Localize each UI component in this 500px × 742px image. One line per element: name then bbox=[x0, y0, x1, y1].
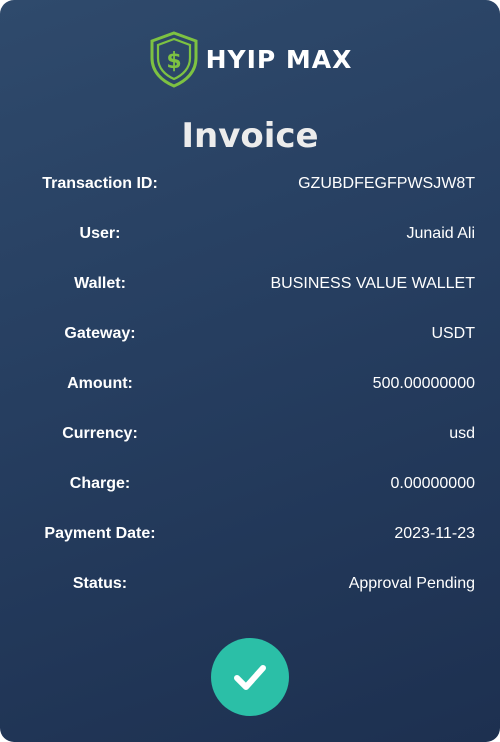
invoice-label: Payment Date: bbox=[44, 525, 156, 542]
invoice-label: User: bbox=[79, 225, 121, 242]
invoice-label: Currency: bbox=[62, 425, 138, 442]
invoice-card: $ HYIP MAX Invoice Transaction ID: GZUBD… bbox=[0, 0, 500, 742]
brand-name: HYIP MAX bbox=[205, 44, 353, 74]
invoice-row-wallet: Wallet: BUSINESS VALUE WALLET bbox=[0, 259, 500, 309]
invoice-row-amount: Amount: 500.00000000 bbox=[0, 359, 500, 409]
shield-dollar-icon: $ bbox=[150, 31, 198, 88]
invoice-label: Gateway: bbox=[64, 325, 136, 342]
invoice-value: usd bbox=[449, 425, 475, 442]
invoice-value: BUSINESS VALUE WALLET bbox=[270, 275, 475, 292]
invoice-row-payment-date: Payment Date: 2023-11-23 bbox=[0, 509, 500, 559]
invoice-label: Charge: bbox=[69, 475, 131, 492]
invoice-label: Status: bbox=[72, 575, 128, 592]
status-value: Approval Pending bbox=[348, 575, 475, 592]
invoice-value: 500.00000000 bbox=[372, 375, 475, 392]
svg-text:$: $ bbox=[166, 49, 181, 74]
invoice-value: Junaid Ali bbox=[406, 225, 476, 242]
invoice-value: 0.00000000 bbox=[390, 475, 475, 492]
invoice-row-transaction-id: Transaction ID: GZUBDFEGFPWSJW8T bbox=[0, 159, 500, 209]
invoice-row-currency: Currency: usd bbox=[0, 409, 500, 459]
invoice-label: Amount: bbox=[67, 375, 133, 392]
invoice-details: Transaction ID: GZUBDFEGFPWSJW8T User: J… bbox=[0, 159, 500, 609]
brand-logo: $ HYIP MAX bbox=[0, 30, 500, 88]
confirm-button[interactable] bbox=[211, 638, 289, 716]
page-title: Invoice bbox=[181, 116, 319, 156]
invoice-value: USDT bbox=[431, 325, 475, 342]
checkmark-icon bbox=[234, 665, 266, 690]
invoice-row-status: Status: Approval Pending bbox=[0, 559, 500, 609]
invoice-row-charge: Charge: 0.00000000 bbox=[0, 459, 500, 509]
invoice-value: GZUBDFEGFPWSJW8T bbox=[298, 175, 475, 192]
invoice-row-user: User: Junaid Ali bbox=[0, 209, 500, 259]
invoice-label: Wallet: bbox=[74, 275, 126, 292]
invoice-label: Transaction ID: bbox=[42, 175, 158, 192]
invoice-row-gateway: Gateway: USDT bbox=[0, 309, 500, 359]
invoice-value: 2023-11-23 bbox=[394, 525, 475, 542]
